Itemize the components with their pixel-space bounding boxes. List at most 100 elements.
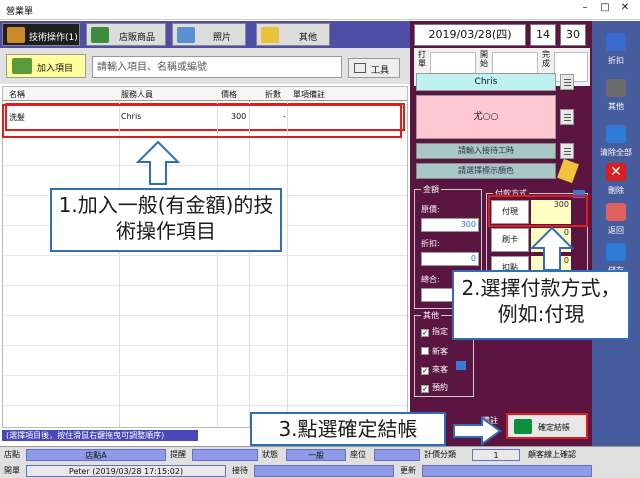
discount-field[interactable]: 0 — [421, 252, 479, 266]
arrow-right-icon — [453, 416, 502, 446]
step2-callout: 2.選擇付款方式，例如:付現 — [452, 270, 630, 340]
original-label: 原價: — [421, 205, 440, 214]
minimize-icon[interactable]: – — [576, 2, 594, 13]
state-field: 一般 — [286, 449, 346, 461]
seat-field — [374, 449, 420, 461]
save-icon — [606, 243, 626, 261]
cart-checkout-icon — [514, 419, 532, 434]
arrow-up-icon — [530, 226, 574, 271]
clear-icon — [606, 125, 626, 143]
date-field[interactable]: 2019/03/28(四) — [414, 24, 526, 46]
amount-legend: 金額 — [421, 184, 441, 195]
tools-label: 工具 — [371, 66, 390, 76]
tab-label: 店販商品 — [119, 33, 156, 43]
list-icon[interactable] — [560, 74, 574, 90]
booked-checkbox[interactable]: ✓ 預約 — [421, 382, 448, 393]
back-icon — [606, 203, 626, 221]
remind-label: 提醒 — [170, 450, 186, 459]
column-note: 單項備註 — [293, 90, 325, 99]
add-item-button[interactable]: 加入項目 — [6, 54, 86, 78]
confirm-label: 確定結帳 — [538, 423, 570, 432]
step3-callout: 3.點選確定結帳 — [250, 412, 446, 446]
add-item-label: 加入項目 — [37, 64, 74, 74]
toolbar: 加入項目 工具 — [0, 48, 410, 84]
checkin-label: 打單 — [418, 50, 426, 68]
tools-button[interactable]: 工具 — [348, 58, 400, 78]
remind-field — [192, 449, 258, 461]
close-icon[interactable]: ✕ — [616, 2, 634, 13]
total-label: 總合: — [421, 275, 440, 284]
search-input[interactable] — [92, 56, 342, 78]
new-customer-checkbox[interactable]: 新客 — [421, 346, 448, 357]
tab-other[interactable]: 其他 — [256, 23, 330, 46]
shelf-icon — [91, 27, 109, 43]
count-field: 1 — [472, 449, 520, 461]
update-field — [422, 465, 592, 477]
online-confirm-label: 顧客線上確認 — [528, 450, 576, 459]
receive-label: 接待 — [232, 466, 248, 475]
state-label: 狀態 — [262, 450, 278, 459]
row-highlight — [2, 104, 402, 138]
hour-field[interactable]: 14 — [530, 24, 556, 46]
delete-icon: ✕ — [606, 163, 626, 181]
seat-label: 座位 — [350, 450, 366, 459]
column-price: 價格 — [221, 90, 237, 99]
cart-icon — [12, 58, 32, 74]
tab-label: 照片 — [213, 33, 232, 43]
tab-photo[interactable]: 照片 — [172, 23, 246, 46]
discount-button[interactable]: 折扣 — [594, 27, 638, 71]
tab-technical[interactable]: 技術操作(1) — [2, 23, 80, 46]
open-label: 開始 — [480, 50, 488, 68]
store-label: 店點 — [4, 450, 20, 459]
column-discount: 折數 — [265, 90, 281, 99]
receive-field — [254, 465, 394, 477]
done-label: 完成 — [542, 50, 550, 68]
discount-icon — [606, 33, 626, 51]
action-sidebar: 折扣 其他 清除全部 ✕ 刪除 返回 儲存 — [592, 21, 640, 446]
list-icon[interactable] — [560, 109, 574, 125]
title-bar: 營業單 – □ ✕ — [0, 0, 640, 20]
list-icon[interactable] — [560, 143, 574, 159]
color-button[interactable]: 請選擇標示顏色 — [416, 163, 556, 179]
other-button[interactable]: 其他 — [594, 73, 638, 117]
tab-bar: 技術操作(1) 店販商品 照片 其他 — [0, 21, 410, 48]
column-staff: 服務人員 — [121, 90, 153, 99]
folder-icon — [261, 27, 279, 43]
window-title: 營業單 — [6, 7, 34, 17]
card-button[interactable]: 刷卡 — [491, 228, 529, 252]
column-name: 名稱 — [9, 90, 25, 99]
other-legend: 其他 — [421, 310, 441, 321]
tab-label: 技術操作(1) — [29, 33, 78, 43]
staff-selector[interactable]: Chris — [416, 73, 556, 91]
tools-icon — [354, 63, 366, 73]
opener-label: 開單 — [4, 466, 20, 475]
original-price-field[interactable]: 300 — [421, 218, 479, 232]
designate-button[interactable]: 請輸入接待工時 — [416, 143, 556, 159]
designated-checkbox[interactable]: ✓ 指定 — [421, 326, 448, 337]
minute-field[interactable]: 30 — [560, 24, 586, 46]
arrow-up-icon — [136, 140, 180, 185]
photo-icon — [177, 27, 195, 43]
tab-label: 其他 — [299, 33, 318, 43]
back-button[interactable]: 返回 — [594, 197, 638, 241]
table-header: 名稱 服務人員 價格 折數 單項備註 — [3, 87, 407, 101]
brush-icon[interactable] — [557, 158, 579, 184]
opener-field: Peter (2019/03/28 17:15:02) — [26, 465, 226, 477]
payment-highlight — [488, 195, 588, 227]
confirm-checkout-button[interactable]: 確定結帳 — [506, 413, 588, 439]
status-bar: 店點 店點A 提醒 狀態 一般 座位 計價分類 1 顧客線上確認 開單 Pete… — [0, 446, 640, 478]
gear-icon — [606, 79, 626, 97]
count-label: 計價分類 — [424, 450, 456, 459]
discount-label: 折扣: — [421, 239, 440, 248]
info-icon[interactable] — [456, 361, 466, 370]
tool-icon — [7, 27, 25, 43]
tab-retail[interactable]: 店販商品 — [86, 23, 166, 46]
delete-button[interactable]: ✕ 刪除 — [594, 157, 638, 201]
drag-hint: (選擇項目後，按住滑鼠右鍵拖曳可調整順序) — [2, 430, 198, 441]
walk-in-checkbox[interactable]: ✓ 來客 — [421, 364, 448, 375]
maximize-icon[interactable]: □ — [596, 2, 614, 13]
step1-callout: 1.加入一般(有金額)的技術操作項目 — [50, 188, 282, 252]
customer-selector[interactable]: 尤○○ — [416, 95, 556, 139]
update-label: 更新 — [400, 466, 416, 475]
store-field: 店點A — [26, 449, 166, 461]
